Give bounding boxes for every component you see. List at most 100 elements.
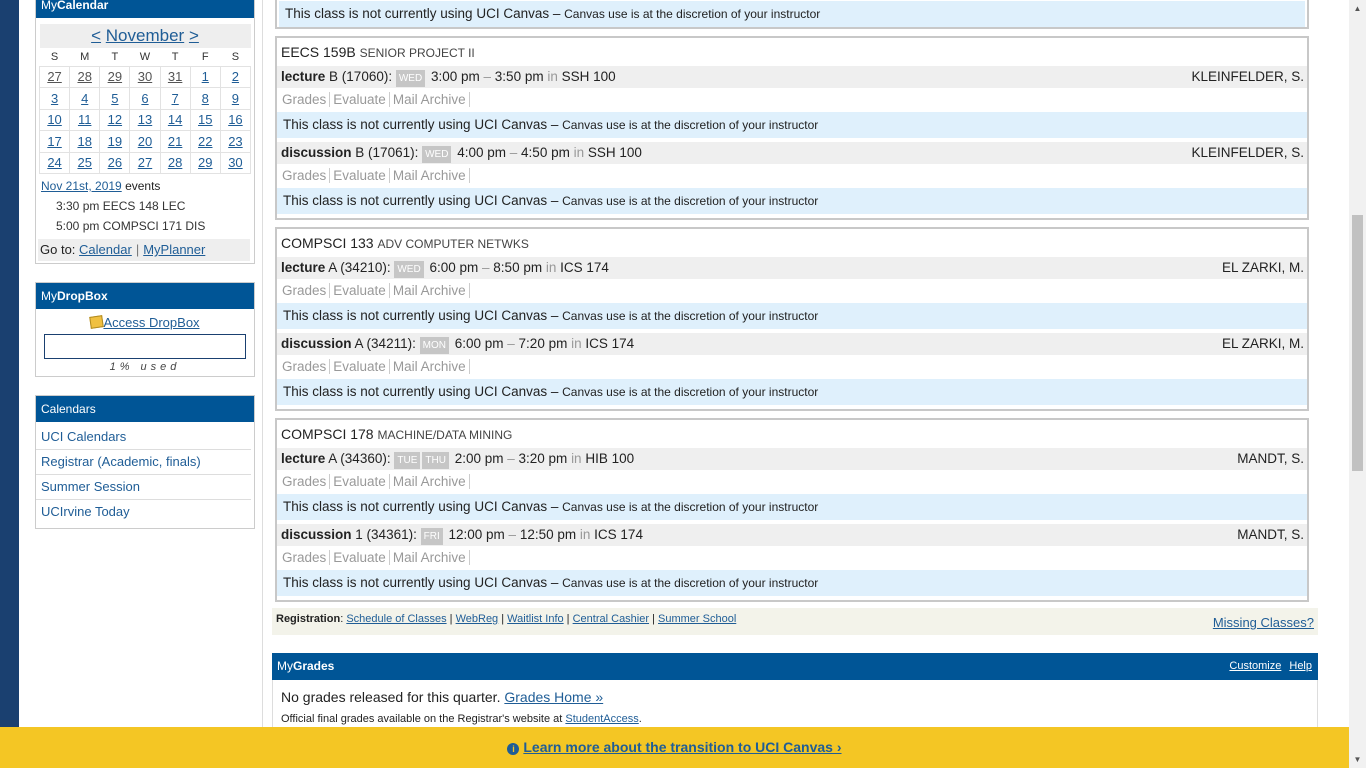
grades-link[interactable]: Grades <box>279 92 331 107</box>
goto-label: Go to: <box>40 242 76 257</box>
calendar-day-link[interactable]: 2 <box>232 69 239 84</box>
section-tools: Grades Evaluate Mail Archive <box>277 355 1307 379</box>
calendar-day-link[interactable]: 25 <box>77 155 91 170</box>
grades-link[interactable]: Grades <box>279 283 331 298</box>
calendar-day-link[interactable]: 6 <box>141 91 148 106</box>
uci-calendars-link[interactable]: UCI Calendars <box>41 429 126 444</box>
webreg-link[interactable]: WebReg <box>456 613 499 625</box>
calendar-day-link[interactable]: 9 <box>232 91 239 106</box>
calendar-day-link[interactable]: 31 <box>168 69 182 84</box>
my-grades-header: MyGrades Customize Help <box>272 653 1318 680</box>
grades-home-link[interactable]: Grades Home » <box>504 689 603 705</box>
next-month-link[interactable]: > <box>189 26 199 45</box>
grades-link[interactable]: Grades <box>279 474 331 489</box>
goto-calendar-link[interactable]: Calendar <box>79 242 132 257</box>
calendar-day-link[interactable]: 14 <box>168 112 182 127</box>
calendar-day-link[interactable]: 29 <box>108 69 122 84</box>
calendar-day-link[interactable]: 18 <box>77 134 91 149</box>
in-label: in <box>571 451 582 466</box>
calendar-day-link[interactable]: 21 <box>168 134 182 149</box>
ucirvine-today-link[interactable]: UCIrvine Today <box>41 504 130 519</box>
calendar-day-link[interactable]: 17 <box>47 134 61 149</box>
calendar-day-link[interactable]: 22 <box>198 134 212 149</box>
calendar-day-link[interactable]: 3 <box>51 91 58 106</box>
evaluate-link[interactable]: Evaluate <box>330 168 390 183</box>
calendar-day-link[interactable]: 4 <box>81 91 88 106</box>
mail-archive-link[interactable]: Mail Archive <box>389 474 470 489</box>
summer-school-link[interactable]: Summer School <box>658 613 736 625</box>
calendar-day-link[interactable]: 27 <box>47 69 61 84</box>
prev-month-link[interactable]: < <box>91 26 101 45</box>
access-dropbox-link[interactable]: Access DropBox <box>103 315 199 330</box>
central-cashier-link[interactable]: Central Cashier <box>573 613 649 625</box>
schedule-of-classes-link[interactable]: Schedule of Classes <box>346 613 446 625</box>
evaluate-link[interactable]: Evaluate <box>330 92 390 107</box>
canvas-message: This class is not currently using UCI Ca… <box>279 1 1305 27</box>
summer-session-link[interactable]: Summer Session <box>41 479 140 494</box>
calendar-day-link[interactable]: 8 <box>202 91 209 106</box>
mail-archive-link[interactable]: Mail Archive <box>389 283 470 298</box>
mail-archive-link[interactable]: Mail Archive <box>389 92 470 107</box>
registrar-link[interactable]: Registrar (Academic, finals) <box>41 454 201 469</box>
calendar-day-cell: 1 <box>189 65 221 88</box>
calendar-day-cell: 30 <box>129 65 161 88</box>
scroll-down-icon[interactable]: ▼ <box>1349 751 1366 768</box>
page-scrollbar[interactable]: ▲ ▼ <box>1349 0 1366 768</box>
customize-link[interactable]: Customize <box>1229 660 1281 672</box>
calendar-day-link[interactable]: 16 <box>228 112 242 127</box>
mail-archive-link[interactable]: Mail Archive <box>389 359 470 374</box>
calendar-day-link[interactable]: 15 <box>198 112 212 127</box>
section-instructor: KLEINFELDER, S. <box>1191 69 1304 84</box>
calendar-day-cell: 2 <box>219 65 252 88</box>
calendar-day-cell: 29 <box>189 151 221 174</box>
dropbox-usage-text: 1% used <box>109 361 181 373</box>
in-label: in <box>571 336 582 351</box>
calendars-list-item: UCI Calendars <box>36 425 251 450</box>
calendar-day-link[interactable]: 30 <box>138 69 152 84</box>
calendar-day-link[interactable]: 20 <box>138 134 152 149</box>
grades-link[interactable]: Grades <box>279 550 331 565</box>
studentaccess-link[interactable]: StudentAccess <box>565 713 638 725</box>
calendar-day-link[interactable]: 29 <box>198 155 212 170</box>
missing-classes-link[interactable]: Missing Classes? <box>1213 612 1314 634</box>
calendar-day-link[interactable]: 12 <box>108 112 122 127</box>
calendar-day-cell: 3 <box>38 87 71 110</box>
calendar-day-link[interactable]: 23 <box>228 134 242 149</box>
selected-date-link[interactable]: Nov 21st, 2019 <box>41 179 122 193</box>
grades-link[interactable]: Grades <box>279 359 331 374</box>
section-type: discussion <box>281 145 352 160</box>
calendar-day-link[interactable]: 11 <box>78 112 92 127</box>
scrollbar-thumb[interactable] <box>1352 215 1363 471</box>
calendar-day-link[interactable]: 7 <box>172 91 179 106</box>
calendar-day-link[interactable]: 28 <box>168 155 182 170</box>
calendar-day-link[interactable]: 28 <box>77 69 91 84</box>
calendar-event[interactable]: 3:30 pm EECS 148 LEC <box>56 199 185 213</box>
evaluate-link[interactable]: Evaluate <box>330 550 390 565</box>
calendar-day-link[interactable]: 27 <box>138 155 152 170</box>
goto-planner-link[interactable]: MyPlanner <box>143 242 205 257</box>
calendar-day-link[interactable]: 19 <box>108 134 122 149</box>
calendar-day-link[interactable]: 5 <box>111 91 118 106</box>
my-grades-body: No grades released for this quarter. Gra… <box>272 680 1318 728</box>
evaluate-link[interactable]: Evaluate <box>330 283 390 298</box>
scroll-up-icon[interactable]: ▲ <box>1349 0 1366 17</box>
calendar-event[interactable]: 5:00 pm COMPSCI 171 DIS <box>56 219 205 233</box>
waitlist-info-link[interactable]: Waitlist Info <box>507 613 563 625</box>
evaluate-link[interactable]: Evaluate <box>330 359 390 374</box>
evaluate-link[interactable]: Evaluate <box>330 474 390 489</box>
calendar-day-link[interactable]: 30 <box>228 155 242 170</box>
calendar-day-link[interactable]: 1 <box>202 69 209 84</box>
calendar-day-link[interactable]: 26 <box>108 155 122 170</box>
calendar-day-link[interactable]: 13 <box>138 112 152 127</box>
section-start-time: 6:00 pm <box>429 260 479 275</box>
calendar-day-link[interactable]: 10 <box>47 112 61 127</box>
mail-archive-link[interactable]: Mail Archive <box>389 550 470 565</box>
canvas-transition-link[interactable]: Learn more about the transition to UCI C… <box>523 739 841 755</box>
help-link[interactable]: Help <box>1289 660 1312 672</box>
grades-link[interactable]: Grades <box>279 168 331 183</box>
calendar-day-link[interactable]: 24 <box>47 155 61 170</box>
calendar-day-cell: 20 <box>129 130 161 153</box>
in-label: in <box>547 69 558 84</box>
mail-archive-link[interactable]: Mail Archive <box>389 168 470 183</box>
month-link[interactable]: November <box>106 26 184 45</box>
